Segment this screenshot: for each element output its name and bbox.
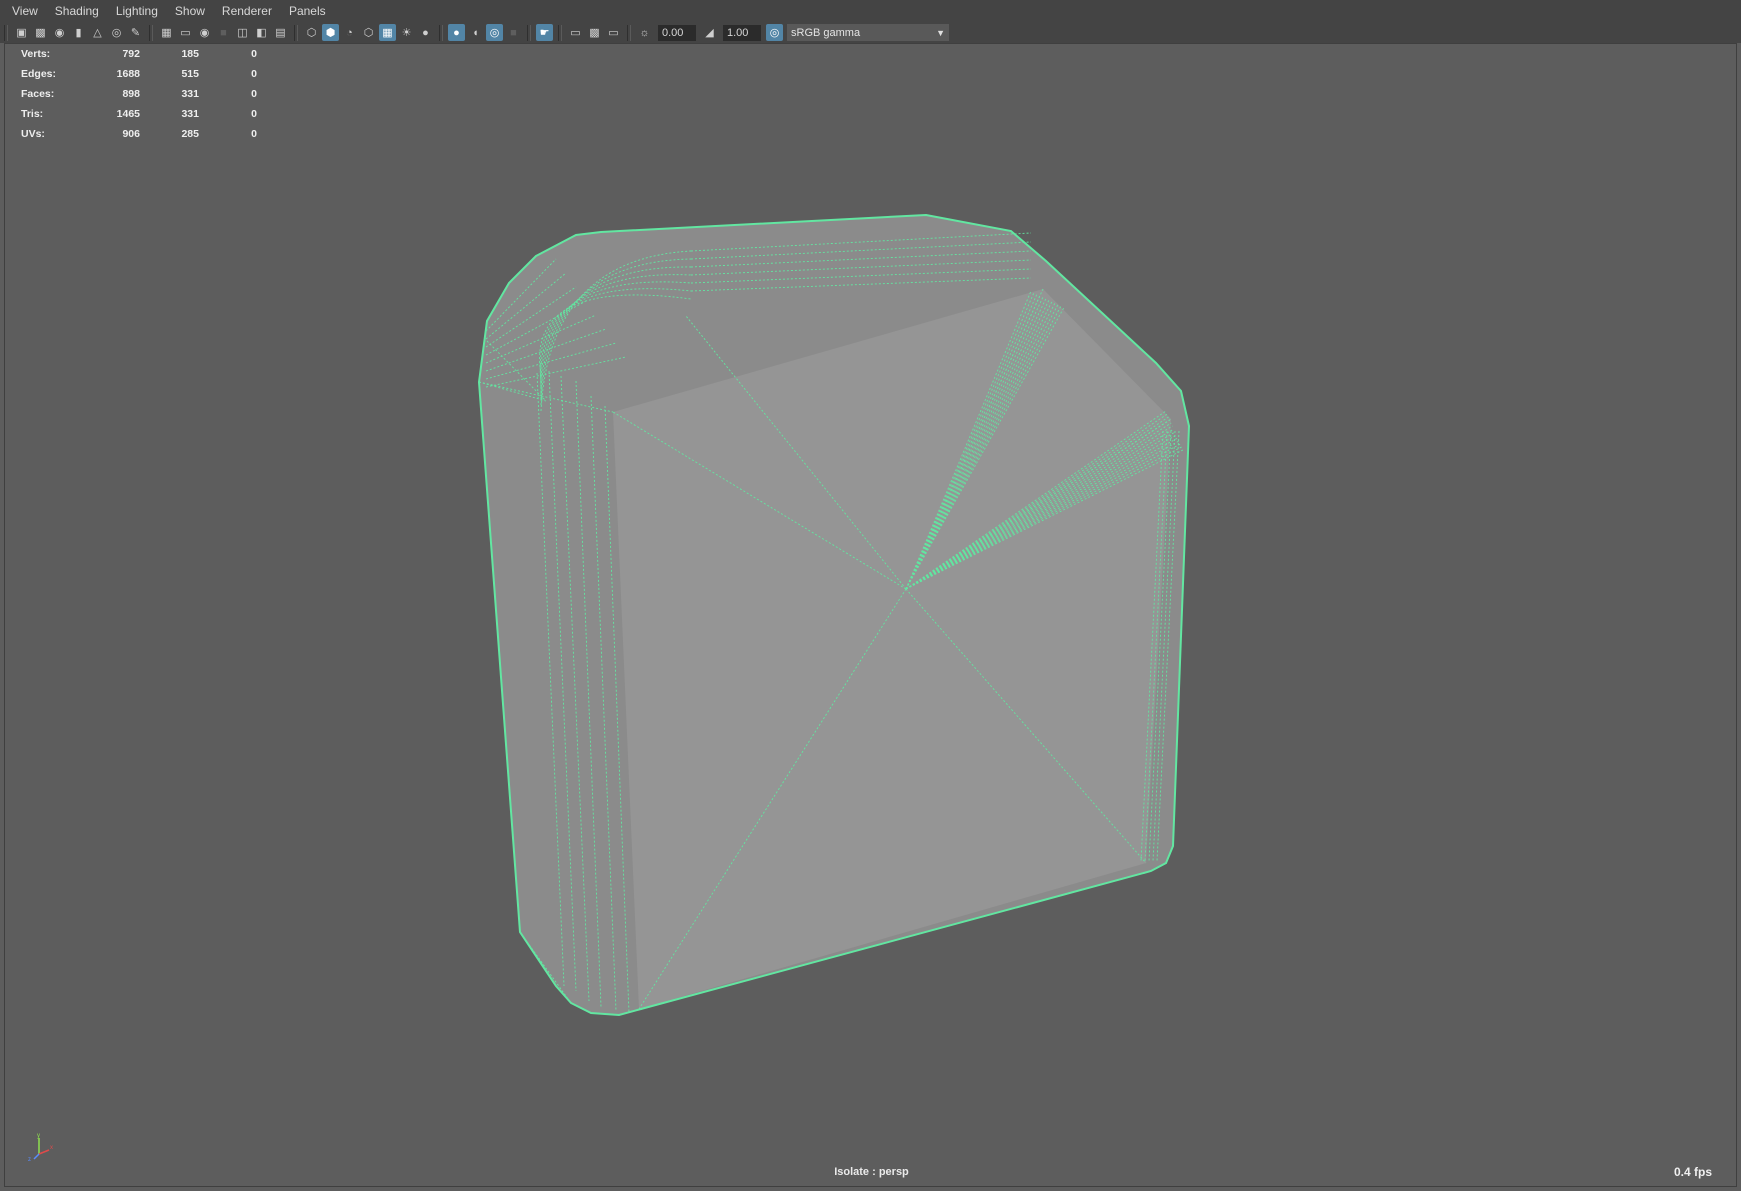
wireframe-on-shaded-icon[interactable]: ⬡: [360, 24, 377, 41]
hud-value: 285: [181, 128, 199, 140]
gate-mask-icon[interactable]: ■: [215, 24, 232, 41]
hud-value: 0: [251, 108, 257, 120]
view-axis-gizmo: y x z: [28, 1133, 53, 1162]
screen-space-ao-icon[interactable]: ●: [448, 24, 465, 41]
perspective-viewport[interactable]: Verts: 792 185 0 Edges: 1688 515 0 Faces…: [4, 43, 1737, 1187]
shadows-icon[interactable]: ●: [417, 24, 434, 41]
hud-label: Tris:: [21, 108, 44, 120]
wireframe-icon[interactable]: ⬡: [303, 24, 320, 41]
xray-icon[interactable]: ▭: [567, 24, 584, 41]
isolate-select-icon[interactable]: ☛: [536, 24, 553, 41]
panel-menu-bar: View Shading Lighting Show Renderer Pane…: [0, 0, 1741, 22]
menu-show[interactable]: Show: [169, 0, 211, 22]
hud-value: 0: [251, 128, 257, 140]
isolate-camera-label: Isolate : persp: [834, 1166, 909, 1178]
exposure-icon[interactable]: ☼: [636, 24, 653, 41]
hud-label: Faces:: [21, 88, 55, 100]
xray-joints-icon[interactable]: ▭: [605, 24, 622, 41]
hud-value: 331: [181, 108, 199, 120]
multisample-aa-icon[interactable]: ◎: [486, 24, 503, 41]
exposure-field[interactable]: 0.00: [658, 24, 696, 41]
field-chart-icon[interactable]: ◫: [234, 24, 251, 41]
view-transform-value: sRGB gamma: [791, 26, 861, 39]
hud-label: UVs:: [21, 128, 45, 140]
toolbar-divider: [527, 24, 531, 41]
view-transform-dropdown[interactable]: sRGB gamma ▼: [787, 24, 949, 41]
toolbar-divider: [439, 24, 443, 41]
bookmark-camera-icon[interactable]: ◉: [51, 24, 68, 41]
hud-value: 0: [251, 48, 257, 60]
motion-blur-icon[interactable]: ◖: [467, 24, 484, 41]
hud-row-tris: Tris: 1465 331 0: [21, 105, 281, 125]
toolbar-divider: [558, 24, 562, 41]
menu-lighting[interactable]: Lighting: [110, 0, 164, 22]
hud-value: 906: [122, 128, 140, 140]
hud-value: 0: [251, 88, 257, 100]
default-material-icon[interactable]: ◔: [341, 24, 358, 41]
axis-x-label: x: [50, 1145, 53, 1151]
hud-value: 0: [251, 68, 257, 80]
hud-value: 792: [122, 48, 140, 60]
menu-view[interactable]: View: [6, 0, 44, 22]
safe-title-icon[interactable]: ▤: [272, 24, 289, 41]
camera-attributes-icon[interactable]: ▩: [32, 24, 49, 41]
smooth-shade-icon[interactable]: ⬢: [322, 24, 339, 41]
grease-pencil-icon[interactable]: ✎: [127, 24, 144, 41]
panel-toolbar: ▣ ▩ ◉ ▮ △ ◎ ✎ ▦ ▭ ◉ ■ ◫ ◧ ▤ ⬡ ⬢ ◔ ⬡ ▦ ☀ …: [0, 22, 1741, 43]
two-d-pan-zoom-icon[interactable]: ◎: [108, 24, 125, 41]
axis-y-label: y: [37, 1133, 40, 1139]
hud-row-verts: Verts: 792 185 0: [21, 45, 281, 65]
hud-row-uvs: UVs: 906 285 0: [21, 125, 281, 145]
hud-value: 185: [181, 48, 199, 60]
xray-active-components-icon[interactable]: ▩: [586, 24, 603, 41]
toolbar-divider: [149, 24, 153, 41]
hud-value: 1688: [116, 68, 140, 80]
hud-value: 1465: [116, 108, 140, 120]
gamma-field[interactable]: 1.00: [723, 24, 761, 41]
gamma-icon[interactable]: ◢: [701, 24, 718, 41]
hud-value: 515: [181, 68, 199, 80]
hud-row-faces: Faces: 898 331 0: [21, 85, 281, 105]
film-gate-icon[interactable]: ▭: [177, 24, 194, 41]
hud-label: Verts:: [21, 48, 51, 60]
hud-value: 331: [181, 88, 199, 100]
textured-icon[interactable]: ▦: [379, 24, 396, 41]
menu-panels[interactable]: Panels: [283, 0, 332, 22]
image-plane-icon[interactable]: △: [89, 24, 106, 41]
chevron-down-icon: ▼: [936, 27, 945, 38]
hud-row-edges: Edges: 1688 515 0: [21, 65, 281, 85]
use-all-lights-icon[interactable]: ☀: [398, 24, 415, 41]
select-camera-icon[interactable]: ▣: [13, 24, 30, 41]
axis-z-label: z: [28, 1157, 31, 1162]
front-face: [613, 289, 1171, 1009]
toolbar-divider: [4, 24, 8, 41]
toolbar-divider: [627, 24, 631, 41]
rounded-cube-mesh[interactable]: [5, 44, 1737, 1187]
safe-action-icon[interactable]: ◧: [253, 24, 270, 41]
bookmark-icon[interactable]: ▮: [70, 24, 87, 41]
grid-icon[interactable]: ▦: [158, 24, 175, 41]
color-management-icon[interactable]: ◎: [766, 24, 783, 41]
maya-viewport-window: View Shading Lighting Show Renderer Pane…: [0, 0, 1741, 1191]
depth-of-field-icon[interactable]: ■: [505, 24, 522, 41]
menu-shading[interactable]: Shading: [49, 0, 105, 22]
menu-renderer[interactable]: Renderer: [216, 0, 278, 22]
fps-readout: 0.4 fps: [1673, 1165, 1712, 1179]
mesh-faces: [479, 215, 1189, 1015]
hud-value: 898: [122, 88, 140, 100]
resolution-gate-icon[interactable]: ◉: [196, 24, 213, 41]
toolbar-divider: [294, 24, 298, 41]
poly-count-hud: Verts: 792 185 0 Edges: 1688 515 0 Faces…: [21, 45, 281, 145]
hud-label: Edges:: [21, 68, 57, 80]
